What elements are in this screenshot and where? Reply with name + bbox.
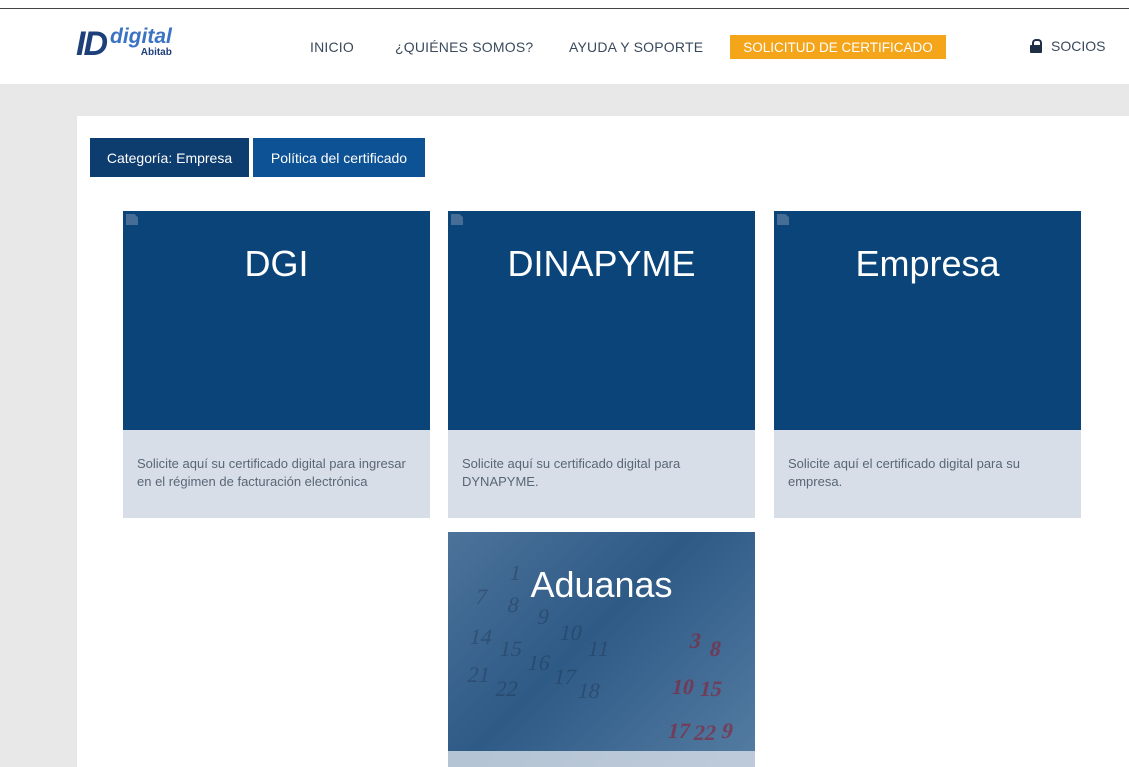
calendar-number: 22 [691,720,719,745]
logo-abitab: Abitab [140,47,172,58]
lock-icon [1030,39,1042,53]
site-header: ID digital Abitab INICIO ¿QUIÉNES SOMOS?… [0,9,1129,84]
calendar-number: 11 [585,636,612,661]
nav-ayuda-soporte[interactable]: AYUDA Y SOPORTE [569,39,703,55]
card-caption-strip [448,751,755,767]
calendar-number: 3 [687,628,704,653]
card-title: DGI [244,243,309,284]
logo-digital: digital [110,25,172,48]
card-dinapyme[interactable]: DINAPYME Solicite aquí su certificado di… [448,211,755,518]
calendar-number: 17 [551,664,579,689]
logo-id: ID [76,25,108,63]
card-empresa[interactable]: Empresa Solicite aquí el certificado dig… [774,211,1081,518]
socios-link[interactable]: SOCIOS [1030,38,1105,54]
calendar-number: 15 [697,676,725,701]
nav-inicio[interactable]: INICIO [310,39,354,55]
calendar-number: 9 [535,604,552,629]
calendar-number: 9 [719,718,736,743]
card-aduanas[interactable]: 1 7 8 9 10 11 14 15 16 17 18 21 22 3 8 1… [448,532,755,767]
socios-label: SOCIOS [1051,38,1106,54]
calendar-number: 16 [525,650,553,675]
calendar-number: 14 [467,624,495,649]
card-fade [123,485,430,518]
card-dgi[interactable]: DGI Solicite aquí su certificado digital… [123,211,430,518]
tab-categoria-empresa[interactable]: Categoría: Empresa [90,138,249,177]
card-description: Solicite aquí el certificado digital par… [788,456,1020,489]
calendar-number: 17 [665,718,693,743]
logo-text: digital Abitab [110,25,172,58]
logo[interactable]: ID digital Abitab [76,25,172,67]
calendar-number: 15 [497,636,525,661]
calendar-number: 22 [493,676,521,701]
card-title: Empresa [855,243,1000,284]
nav-quienes-somos[interactable]: ¿QUIÉNES SOMOS? [395,39,533,55]
calendar-number: 21 [465,662,493,687]
calendar-number: 8 [707,636,724,661]
calendar-number: 18 [575,678,603,703]
solicitud-certificado-button[interactable]: SOLICITUD DE CERTIFICADO [730,35,946,59]
card-title: Aduanas [530,564,673,605]
calendar-number: 10 [557,620,585,645]
card-description: Solicite aquí su certificado digital par… [462,456,681,489]
tab-politica-certificado[interactable]: Política del certificado [253,138,425,177]
card-title: DINAPYME [507,243,696,284]
calendar-number: 10 [669,674,697,699]
